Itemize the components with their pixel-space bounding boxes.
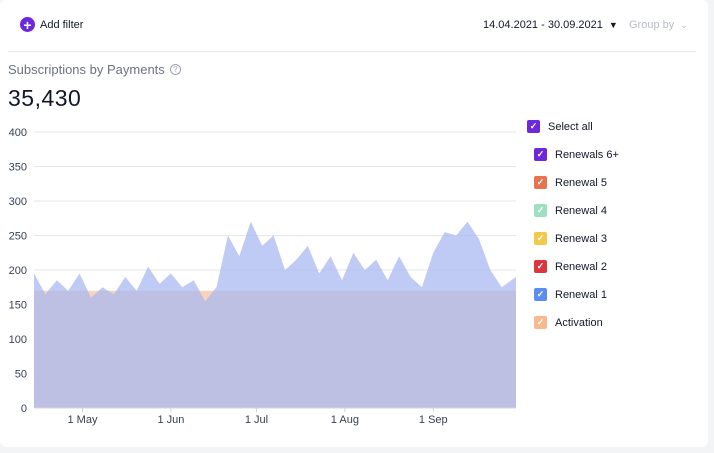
chart-title: Subscriptions by Payments bbox=[8, 62, 165, 77]
y-tick-label: 350 bbox=[9, 162, 27, 174]
legend-item-activation[interactable]: ✓ Activation bbox=[534, 316, 603, 329]
y-tick-label: 400 bbox=[9, 127, 27, 139]
chart-card: + Add filter 14.04.2021 - 30.09.2021 ▼ G… bbox=[0, 0, 708, 447]
divider bbox=[8, 51, 696, 52]
date-range-picker[interactable]: 14.04.2021 - 30.09.2021 ▼ bbox=[483, 19, 618, 31]
legend-item-renewals-6plus[interactable]: ✓ Renewals 6+ bbox=[534, 148, 619, 161]
group-by-label: Group by bbox=[629, 19, 675, 31]
x-tick-label: 1 Jul bbox=[245, 414, 268, 426]
legend-label-select-all: Select all bbox=[548, 120, 593, 133]
checkbox-icon: ✓ bbox=[527, 120, 540, 133]
checkbox-icon: ✓ bbox=[534, 176, 547, 189]
legend-item-renewal-5[interactable]: ✓ Renewal 5 bbox=[534, 176, 607, 189]
legend-select-all[interactable]: ✓ Select all bbox=[527, 120, 593, 133]
total-value: 35,430 bbox=[8, 85, 82, 111]
legend-label: Renewal 1 bbox=[555, 288, 607, 301]
y-tick-label: 50 bbox=[15, 369, 27, 381]
help-icon[interactable]: ? bbox=[169, 64, 181, 75]
y-tick-label: 250 bbox=[9, 231, 27, 243]
checkbox-icon: ✓ bbox=[534, 288, 547, 301]
chevron-down-icon: ⌄ bbox=[680, 19, 688, 30]
y-tick-label: 0 bbox=[21, 403, 27, 415]
add-filter-button[interactable]: + Add filter bbox=[20, 17, 83, 32]
y-tick-label: 100 bbox=[9, 334, 27, 346]
chart-header: Subscriptions by Payments ? bbox=[8, 62, 181, 77]
legend-item-renewal-2[interactable]: ✓ Renewal 2 bbox=[534, 260, 607, 273]
plus-icon: + bbox=[20, 17, 35, 32]
date-range-label: 14.04.2021 - 30.09.2021 bbox=[483, 19, 603, 31]
legend-item-renewal-1[interactable]: ✓ Renewal 1 bbox=[534, 288, 607, 301]
checkbox-icon: ✓ bbox=[534, 148, 547, 161]
x-tick-label: 1 Jun bbox=[157, 414, 184, 426]
chevron-down-icon: ▼ bbox=[608, 20, 618, 30]
y-tick-label: 150 bbox=[9, 300, 27, 312]
checkbox-icon: ✓ bbox=[534, 260, 547, 273]
checkbox-icon: ✓ bbox=[534, 316, 547, 329]
legend-item-renewal-4[interactable]: ✓ Renewal 4 bbox=[534, 204, 607, 217]
legend-label: Renewals 6+ bbox=[555, 148, 619, 161]
area-chart: 0 50 100 150 200 250 300 350 400 1 May 1 Jun 1 Jul 1… bbox=[9, 127, 516, 426]
checkbox-icon: ✓ bbox=[534, 232, 547, 245]
legend-label: Renewal 3 bbox=[555, 232, 607, 245]
add-filter-label: Add filter bbox=[40, 18, 84, 31]
series-area-total bbox=[34, 221, 516, 408]
legend-label: Renewal 2 bbox=[555, 260, 607, 273]
legend-label: Renewal 4 bbox=[555, 204, 607, 217]
y-tick-label: 300 bbox=[9, 196, 27, 208]
x-tick-label: 1 Aug bbox=[331, 414, 359, 426]
legend-label: Renewal 5 bbox=[555, 176, 607, 189]
toolbar: + Add filter 14.04.2021 - 30.09.2021 ▼ G… bbox=[0, 0, 708, 52]
legend-label: Activation bbox=[555, 316, 603, 329]
checkbox-icon: ✓ bbox=[534, 204, 547, 217]
x-tick-label: 1 May bbox=[68, 414, 98, 426]
legend-item-renewal-3[interactable]: ✓ Renewal 3 bbox=[534, 232, 607, 245]
group-by-select[interactable]: Group by ⌄ bbox=[629, 19, 688, 31]
y-tick-label: 200 bbox=[9, 265, 27, 277]
x-tick-label: 1 Sep bbox=[419, 414, 448, 426]
